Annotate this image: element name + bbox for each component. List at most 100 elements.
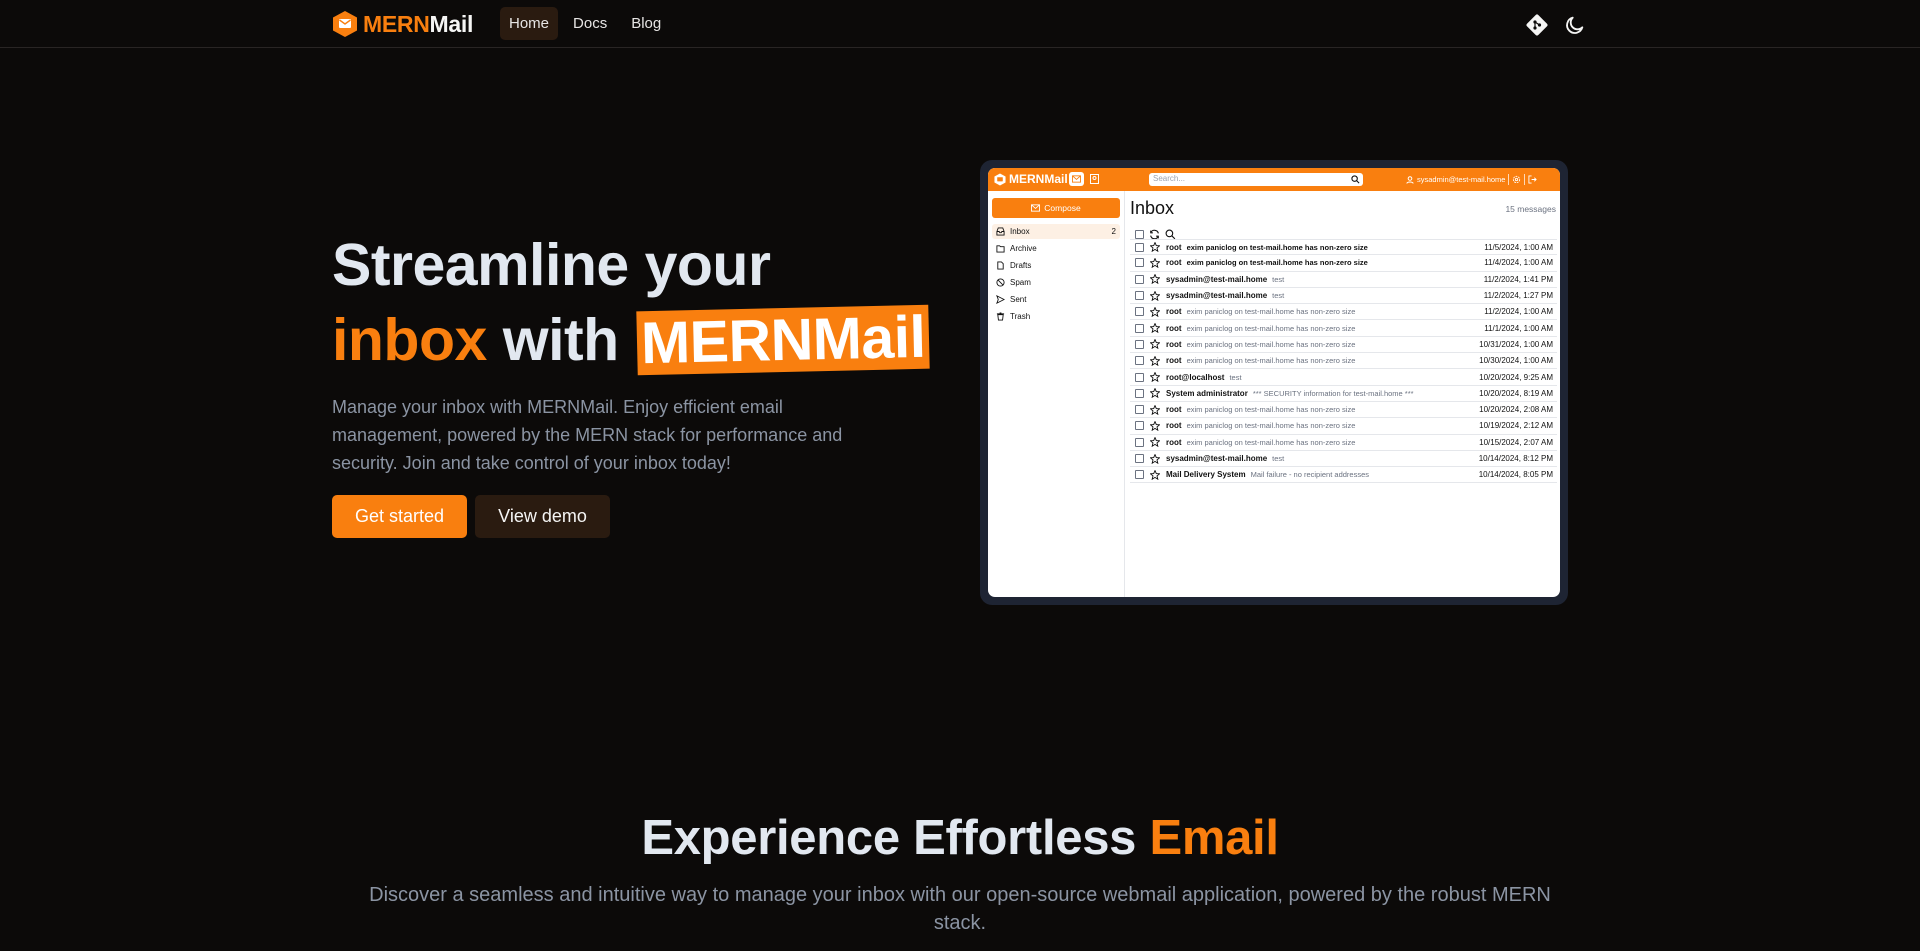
message-subject: test bbox=[1272, 454, 1285, 463]
message-row[interactable]: root exim paniclog on test-mail.home has … bbox=[1130, 320, 1557, 337]
message-checkbox[interactable] bbox=[1135, 454, 1144, 463]
mail-icon[interactable] bbox=[1069, 172, 1084, 186]
folder-label: Archive bbox=[1010, 244, 1037, 253]
brand-name: MERNMail bbox=[363, 11, 473, 38]
preview-user[interactable]: sysadmin@test-mail.home bbox=[1406, 174, 1538, 185]
message-checkbox[interactable] bbox=[1135, 356, 1144, 366]
message-row[interactable]: root exim paniclog on test-mail.home has … bbox=[1130, 402, 1557, 419]
contacts-icon[interactable] bbox=[1087, 172, 1102, 186]
message-date: 11/4/2024, 1:00 AM bbox=[1484, 258, 1553, 268]
git-icon[interactable] bbox=[1524, 12, 1550, 38]
message-sender: root@localhost bbox=[1166, 372, 1225, 382]
features-heading-main: Experience Effortless bbox=[641, 811, 1137, 865]
message-row[interactable]: System administrator *** SECURITY informa… bbox=[1130, 386, 1557, 402]
compose-button[interactable]: Compose bbox=[992, 198, 1120, 218]
moon-icon[interactable] bbox=[1562, 12, 1588, 38]
preview-message-pane: Inbox 15 messages root exim paniclog on t… bbox=[1126, 191, 1560, 597]
message-checkbox[interactable] bbox=[1135, 258, 1144, 268]
nav-link-blog[interactable]: Blog bbox=[622, 7, 670, 40]
message-sender: root bbox=[1166, 242, 1182, 252]
message-date: 11/5/2024, 1:00 AM bbox=[1484, 242, 1553, 252]
message-checkbox[interactable] bbox=[1135, 405, 1144, 415]
folder-label: Spam bbox=[1010, 278, 1031, 287]
folder-spam[interactable]: Spam bbox=[992, 275, 1120, 290]
view-demo-button[interactable]: View demo bbox=[475, 495, 610, 538]
message-checkbox[interactable] bbox=[1135, 323, 1144, 333]
message-checkbox[interactable] bbox=[1135, 291, 1144, 301]
message-row[interactable]: root exim paniclog on test-mail.home has … bbox=[1130, 337, 1557, 354]
folder-sent[interactable]: Sent bbox=[992, 292, 1120, 307]
select-all-checkbox[interactable] bbox=[1135, 230, 1144, 239]
folder-inbox[interactable]: Inbox 2 bbox=[992, 224, 1120, 239]
message-checkbox[interactable] bbox=[1135, 437, 1144, 447]
star-icon[interactable] bbox=[1150, 437, 1160, 448]
archive-icon bbox=[996, 245, 1005, 253]
preview-search-input[interactable]: Search... bbox=[1149, 173, 1363, 186]
folder-trash[interactable]: Trash bbox=[992, 309, 1120, 324]
message-checkbox[interactable] bbox=[1135, 274, 1144, 284]
star-icon[interactable] bbox=[1150, 339, 1160, 350]
hero-heading: Streamline your inbox with MERNMail bbox=[332, 228, 930, 378]
star-icon[interactable] bbox=[1150, 404, 1160, 415]
message-checkbox[interactable] bbox=[1135, 421, 1144, 431]
message-row[interactable]: sysadmin@test-mail.home test 10/14/2024, 8… bbox=[1130, 451, 1557, 468]
star-icon[interactable] bbox=[1150, 388, 1160, 399]
message-row[interactable]: root@localhost test 10/20/2024, 9:25 AM bbox=[1130, 369, 1557, 386]
hero-orange-word: inbox bbox=[332, 307, 487, 373]
message-sender: root bbox=[1166, 323, 1182, 333]
star-icon[interactable] bbox=[1150, 290, 1160, 301]
star-icon[interactable] bbox=[1150, 242, 1160, 253]
message-date: 10/30/2024, 1:00 AM bbox=[1479, 356, 1553, 366]
message-row[interactable]: sysadmin@test-mail.home test 11/2/2024, 1:… bbox=[1130, 272, 1557, 288]
message-subject: exim paniclog on test-mail.home has non-… bbox=[1186, 307, 1356, 317]
folder-drafts[interactable]: Drafts bbox=[992, 258, 1120, 273]
message-checkbox[interactable] bbox=[1135, 307, 1144, 317]
message-row[interactable]: root exim paniclog on test-mail.home has … bbox=[1130, 418, 1557, 435]
message-row[interactable]: root exim paniclog on test-mail.home has … bbox=[1130, 353, 1557, 370]
message-checkbox[interactable] bbox=[1135, 242, 1144, 252]
hero-description: Manage your inbox with MERNMail. Enjoy e… bbox=[332, 397, 843, 473]
hero-line1: Streamline your bbox=[332, 232, 771, 298]
message-subject: exim paniclog on test-mail.home has non-… bbox=[1186, 405, 1356, 415]
mail-box-logo-icon bbox=[333, 11, 357, 37]
brand-mail: Mail bbox=[429, 10, 474, 37]
star-icon[interactable] bbox=[1150, 355, 1160, 366]
message-checkbox[interactable] bbox=[1135, 339, 1144, 349]
message-checkbox[interactable] bbox=[1135, 388, 1144, 398]
star-icon[interactable] bbox=[1150, 453, 1160, 464]
message-checkbox[interactable] bbox=[1135, 470, 1144, 480]
star-icon[interactable] bbox=[1150, 257, 1160, 268]
message-row[interactable]: root exim paniclog on test-mail.home has … bbox=[1130, 435, 1557, 451]
message-date: 10/19/2024, 2:12 AM bbox=[1479, 421, 1553, 431]
star-icon[interactable] bbox=[1150, 306, 1160, 317]
message-date: 11/2/2024, 1:00 AM bbox=[1484, 307, 1553, 317]
logout-icon[interactable] bbox=[1528, 175, 1538, 184]
preview-search-placeholder: Search... bbox=[1153, 174, 1186, 183]
message-row[interactable]: root exim paniclog on test-mail.home has … bbox=[1130, 239, 1557, 256]
folder-label: Trash bbox=[1010, 312, 1031, 321]
brand-logo-link[interactable]: MERNMail bbox=[332, 10, 473, 38]
trash-icon bbox=[996, 312, 1005, 321]
star-icon[interactable] bbox=[1150, 274, 1160, 285]
message-row[interactable]: root exim paniclog on test-mail.home has … bbox=[1130, 255, 1557, 272]
features-heading: Experience Effortless Email bbox=[0, 806, 1920, 870]
nav-link-docs[interactable]: Docs bbox=[564, 7, 616, 40]
folder-label: Drafts bbox=[1010, 261, 1032, 270]
message-subject: exim paniclog on test-mail.home has non-… bbox=[1186, 421, 1356, 431]
star-icon[interactable] bbox=[1150, 323, 1160, 334]
message-row[interactable]: Mail Delivery System Mail failure - no re… bbox=[1130, 467, 1557, 484]
gear-icon[interactable] bbox=[1512, 175, 1521, 184]
brand-mern: MERN bbox=[363, 10, 430, 37]
message-sender: sysadmin@test-mail.home bbox=[1166, 454, 1268, 463]
message-row[interactable]: sysadmin@test-mail.home test 11/2/2024, 1:… bbox=[1130, 288, 1557, 305]
message-row[interactable]: root exim paniclog on test-mail.home has … bbox=[1130, 304, 1557, 321]
message-checkbox[interactable] bbox=[1135, 372, 1144, 382]
sent-icon bbox=[996, 295, 1005, 304]
star-icon[interactable] bbox=[1150, 469, 1160, 480]
get-started-button[interactable]: Get started bbox=[332, 495, 467, 538]
folder-archive[interactable]: Archive bbox=[992, 241, 1120, 256]
nav-link-home[interactable]: Home bbox=[500, 7, 559, 40]
top-navbar: MERNMail Home Docs Blog bbox=[0, 0, 1920, 48]
star-icon[interactable] bbox=[1150, 420, 1160, 431]
star-icon[interactable] bbox=[1150, 372, 1160, 383]
